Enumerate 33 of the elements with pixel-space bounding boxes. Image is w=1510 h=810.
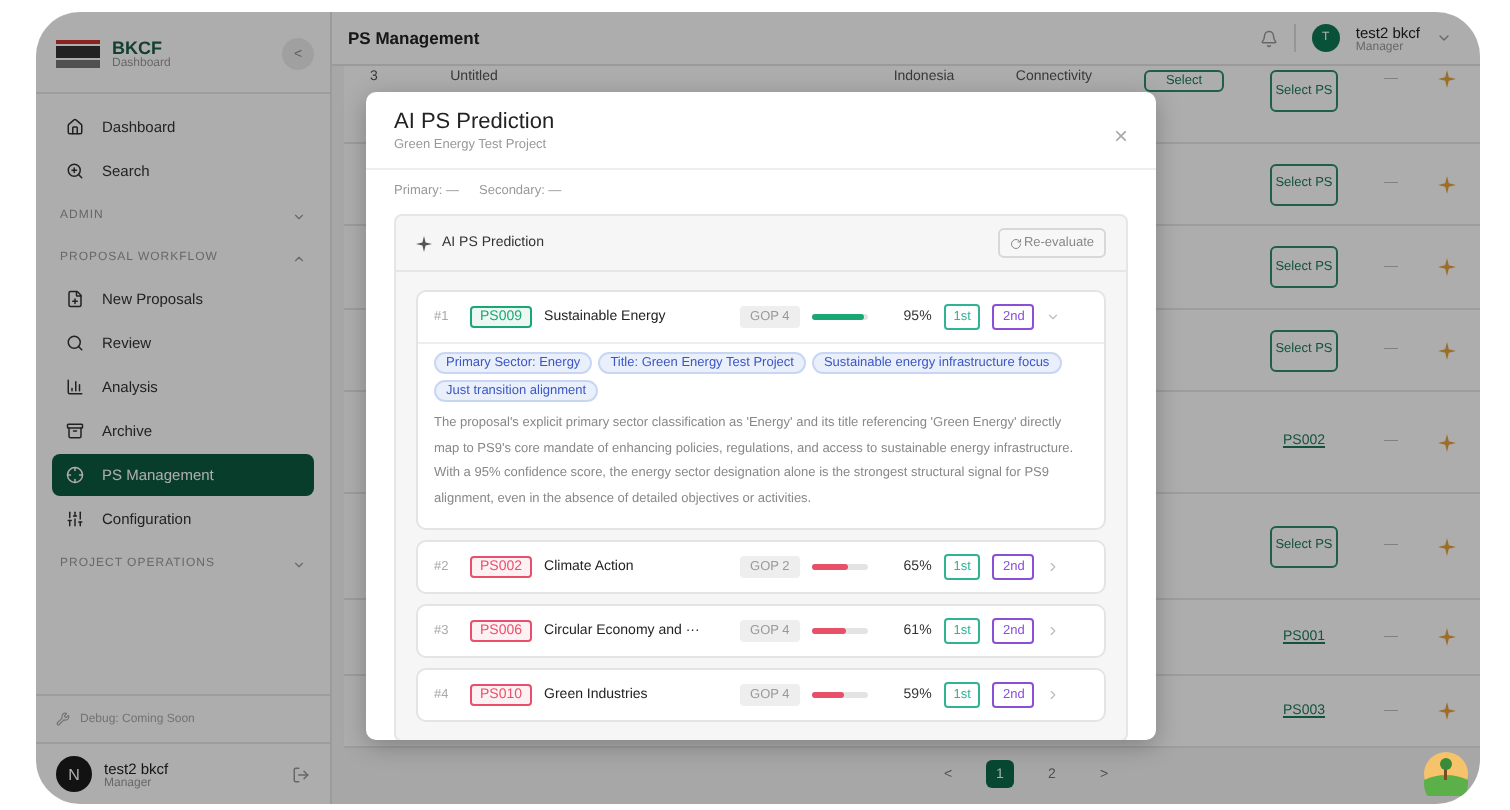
chevron-down-icon[interactable] xyxy=(1436,30,1452,46)
sparkle-icon[interactable] xyxy=(1438,175,1456,193)
bell-icon[interactable] xyxy=(1259,29,1278,47)
close-button[interactable]: × xyxy=(1113,122,1128,150)
file-plus-icon xyxy=(66,290,84,308)
sparkle-icon[interactable] xyxy=(1438,341,1456,359)
brand-name: BKCF xyxy=(112,38,162,58)
chevron-down-icon[interactable] xyxy=(1046,310,1061,324)
crosshair-icon xyxy=(66,466,84,484)
chevron-right-icon[interactable] xyxy=(1046,560,1061,574)
archive-icon xyxy=(66,422,84,440)
search-icon xyxy=(66,334,84,352)
island-drawing[interactable] xyxy=(1424,752,1468,796)
sparkle-icon[interactable] xyxy=(1438,258,1456,276)
home-icon xyxy=(66,118,84,136)
page-title: PS Management xyxy=(348,28,482,48)
sparkle-icon[interactable] xyxy=(1438,433,1456,451)
user-avatar: N xyxy=(56,756,92,792)
logo-icon xyxy=(56,40,100,68)
sparkle-icon[interactable] xyxy=(1438,537,1456,555)
logout-icon[interactable] xyxy=(292,765,310,783)
chevron-right-icon[interactable] xyxy=(1046,688,1061,702)
sparkle-icon[interactable] xyxy=(1438,70,1456,88)
bar-chart-icon xyxy=(66,378,84,396)
sliders-icon xyxy=(66,510,84,528)
zoom-icon xyxy=(66,162,84,180)
sparkle-icon[interactable] xyxy=(1438,702,1456,720)
dialog-title: AI PS Prediction xyxy=(394,110,557,134)
refresh-icon xyxy=(1009,237,1022,249)
sparkle-icon xyxy=(416,235,432,251)
wrench-icon xyxy=(56,712,70,726)
sparkle-icon[interactable] xyxy=(1438,628,1456,646)
chevron-right-icon[interactable] xyxy=(1046,624,1061,638)
